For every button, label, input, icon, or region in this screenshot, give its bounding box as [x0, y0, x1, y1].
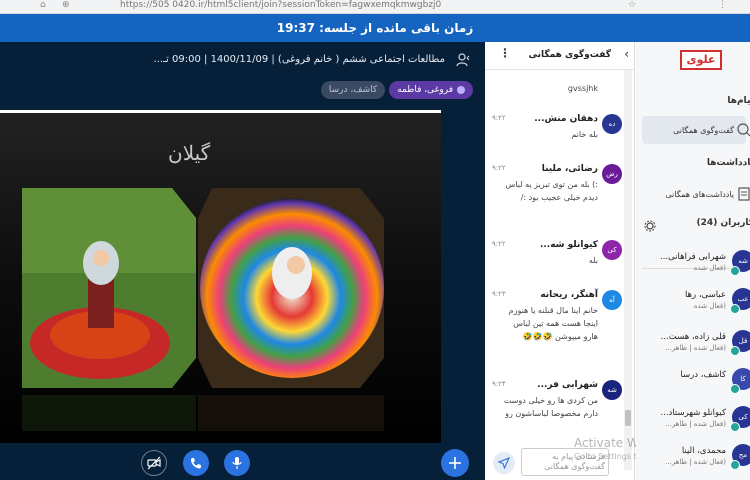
user-status: (فعال شده [693, 302, 726, 310]
settings-gear-icon[interactable] [644, 220, 656, 232]
chat-panel: ‹ گفت‌وگوی همگانی ⋮ gvssjhk ده دهقان منش… [485, 42, 635, 480]
messages-heading: پیام‌ها [727, 96, 750, 106]
actions-plus-button[interactable] [441, 449, 469, 477]
chat-message: کی کیوانلو شه... ۹:۲۲ بله [492, 240, 622, 276]
video-off-button[interactable] [141, 450, 167, 476]
phone-icon [191, 458, 201, 469]
chat-message: ده دهقان منش... ۹:۲۲ بله خانم [492, 114, 622, 150]
message-text: بله [588, 256, 598, 265]
send-icon [498, 457, 510, 469]
session-timer-bar: زمان باقی مانده از جلسه: 19:37 [0, 14, 750, 42]
meeting-title: مطالعات اجتماعی ششم ( خانم فروغی) | 1400… [153, 54, 445, 65]
browser-toolbar: ⌂ ⊕ https://505 0420.ir/html5client/join… [0, 0, 750, 14]
users-heading: کاربران (24) [696, 218, 750, 228]
status-badge [730, 422, 740, 432]
chat-message: شه شهرابی فر... ۹:۲۴ من کردی ها رو خیلی … [492, 380, 622, 444]
user-name: عباسی، رها [684, 290, 726, 300]
shared-notes-item[interactable]: یادداشت‌های همگانی [642, 180, 750, 208]
avatar: ده [602, 114, 622, 134]
home-icon[interactable]: ⌂ [40, 0, 46, 10]
speaker-name: فروغی، فاطمه [397, 85, 453, 95]
site-info-icon[interactable]: ⊕ [62, 0, 70, 10]
status-badge [730, 346, 740, 356]
browser-menu-icon[interactable]: ⋮ [718, 0, 727, 10]
notes-heading: یادداشت‌ها [706, 158, 750, 168]
presentation-slide: گیلان [0, 110, 441, 443]
sender-name: کیوانلو شه... [539, 240, 598, 250]
user-list-sidebar: علوی پیام‌ها گفت‌وگوی همگانی یادداشت‌ها … [636, 42, 750, 480]
user-list-item[interactable]: مح محمدی، الینا (فعال شده | ظاهر... [642, 440, 750, 480]
sender-name: رضائی، ملینا [541, 164, 598, 174]
meeting-header: مطالعات اجتماعی ششم ( خانم فروغی) | 1400… [0, 42, 485, 80]
user-name: شهرابی فراهانی... [660, 252, 726, 262]
avatar: رض [602, 164, 622, 184]
sender-name: شهرابی فر... [537, 380, 598, 390]
chat-title: گفت‌وگوی همگانی [528, 50, 611, 60]
message-text: من کردی ها رو خیلی دوست دارم مخصوصا لباس… [503, 396, 598, 418]
slide-title: گیلان [168, 141, 211, 165]
status-badge [730, 460, 740, 470]
user-list-item[interactable]: عب عباسی، رها (فعال شده [642, 284, 750, 324]
chat-header: ‹ گفت‌وگوی همگانی ⋮ [485, 42, 635, 70]
speaker-name: کاشف، درسا [328, 85, 378, 95]
meeting-controls [0, 444, 485, 480]
meeting-area: مطالعات اجتماعی ششم ( خانم فروغی) | 1400… [0, 42, 485, 480]
chat-scrollbar[interactable] [624, 70, 632, 470]
chat-bubble-icon [737, 123, 750, 137]
public-chat-label: گفت‌وگوی همگانی [673, 125, 734, 135]
notes-icon [738, 187, 750, 201]
user-status: (فعال شده | ظاهر... [665, 420, 726, 428]
message-time: ۹:۲۲ [492, 114, 506, 122]
message-text: :) بله من توی تبریز یه لباس دیدم خیلی عج… [505, 180, 599, 202]
slide-image [0, 113, 441, 443]
microphone-icon [232, 457, 242, 469]
mic-icon [457, 86, 465, 94]
message-text: بله خانم [571, 130, 598, 139]
chat-message: آه آهنگر، ریحانه ۹:۲۳ خانم اینا مال قبلن… [492, 290, 622, 366]
user-name: کیوانلو شهرستاد... [660, 408, 726, 418]
user-name: کاشف، درسا [680, 370, 726, 380]
user-icon[interactable] [455, 52, 471, 68]
user-status: (فعال شده | ظاهر... [665, 458, 726, 466]
message-time: ۹:۲۳ [492, 290, 506, 298]
user-status: (فعال شده [693, 264, 726, 272]
user-name: قلی زاده، هست... [660, 332, 726, 342]
status-badge [730, 304, 740, 314]
school-logo: علوی [680, 50, 722, 70]
avatar: آه [602, 290, 622, 310]
sender-name: دهقان منش... [534, 114, 598, 124]
talking-indicators: فروغی، فاطمه کاشف، درسا [320, 81, 473, 99]
status-badge [730, 266, 740, 276]
user-list-item[interactable]: قل قلی زاده، هست... (فعال شده | ظاهر... [642, 326, 750, 366]
send-button[interactable] [493, 452, 515, 474]
public-chat-item[interactable]: گفت‌وگوی همگانی [642, 116, 750, 144]
status-badge [730, 384, 740, 394]
chat-message: رض رضائی، ملینا ۹:۲۲ :) بله من توی تبریز… [492, 164, 622, 224]
speaker-chip[interactable]: فروغی، فاطمه [389, 81, 473, 99]
avatar: کی [602, 240, 622, 260]
message-time: ۹:۲۲ [492, 164, 506, 172]
user-list-item[interactable]: شه شهرابی فراهانی... (فعال شده [642, 246, 750, 286]
address-bar[interactable]: https://505 0420.ir/html5client/join?ses… [120, 0, 441, 10]
message-time: ۹:۲۴ [492, 380, 506, 388]
message-text: خانم اینا مال قبلنه یا هنوزم اینجا هست ه… [508, 306, 598, 341]
message-time: ۹:۲۲ [492, 240, 506, 248]
shared-notes-label: یادداشت‌های همگانی [665, 189, 734, 199]
chevron-left-icon[interactable]: ‹ [624, 47, 629, 61]
avatar: شه [602, 380, 622, 400]
microphone-button[interactable] [224, 450, 250, 476]
speaker-chip[interactable]: کاشف، درسا [320, 81, 386, 99]
bookmark-star-icon[interactable]: ☆ [628, 0, 636, 10]
user-status: (فعال شده | ظاهر... [665, 344, 726, 352]
audio-button[interactable] [183, 450, 209, 476]
user-name: محمدی، الینا [681, 446, 726, 456]
plus-icon [449, 457, 461, 469]
sender-name: آهنگر، ریحانه [540, 290, 598, 300]
camera-off-icon [147, 456, 161, 470]
chat-menu-icon[interactable]: ⋮ [499, 46, 511, 60]
message-text: gvssjhk [567, 84, 598, 93]
user-list-item[interactable]: کی کیوانلو شهرستاد... (فعال شده | ظاهر..… [642, 402, 750, 442]
user-list-item[interactable]: کا کاشف، درسا [642, 364, 750, 404]
scrollbar-thumb[interactable] [625, 410, 631, 426]
